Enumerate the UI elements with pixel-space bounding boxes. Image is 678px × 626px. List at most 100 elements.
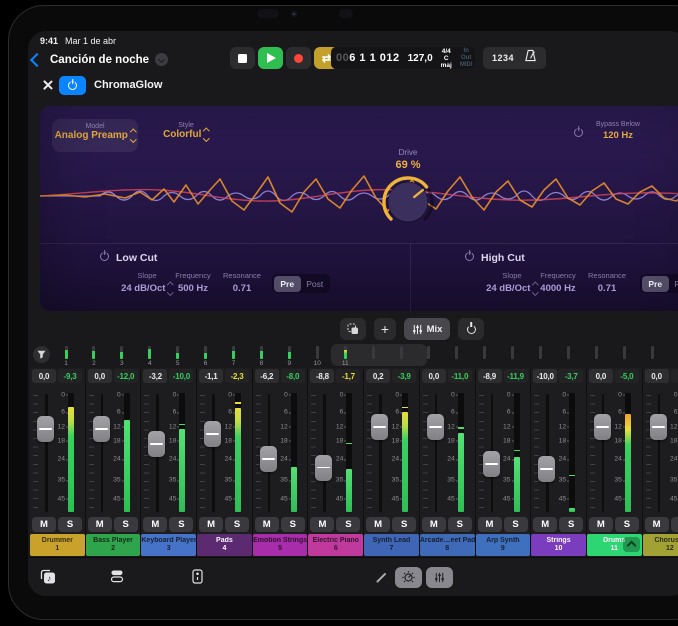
lcd-display[interactable]: 00 6 1 1 012 127,0 4/4 C maj In Out MIDI (331, 47, 475, 69)
bypass-power-icon[interactable] (574, 128, 583, 137)
track-plate[interactable]: Bass Player 2 (86, 534, 141, 556)
fader-handle[interactable] (37, 416, 54, 442)
close-icon[interactable] (42, 79, 54, 91)
mute-button[interactable]: M (422, 517, 446, 532)
peak-readout[interactable]: -12,0 (114, 369, 138, 383)
high-cut-power-icon[interactable] (465, 252, 474, 261)
back-chevron-icon[interactable] (30, 53, 44, 67)
volume-readout[interactable]: 0,2 (366, 369, 390, 383)
mute-button[interactable]: M (310, 517, 334, 532)
model-selector[interactable]: Model Analog Preamp (52, 119, 138, 152)
track-plate[interactable]: Strings 10 (531, 534, 586, 556)
peak-readout[interactable]: -1,7 (336, 369, 360, 383)
volume-readout[interactable]: -6,2 (255, 369, 279, 383)
paste-settings-button[interactable] (340, 318, 366, 340)
low-cut-power-icon[interactable] (100, 252, 109, 261)
peak-readout[interactable]: -3,9 (392, 369, 416, 383)
mute-button[interactable]: M (589, 517, 613, 532)
peak-readout[interactable]: -2,3 (225, 369, 249, 383)
mute-button[interactable]: M (645, 517, 669, 532)
solo-button[interactable]: S (504, 517, 528, 532)
track-plate[interactable]: Keyboard Player 3 (141, 534, 196, 556)
fader-handle[interactable] (315, 455, 332, 481)
metronome-icon[interactable] (524, 49, 537, 67)
track-plate[interactable]: Emotion Strings 5 (253, 534, 308, 556)
peak-readout[interactable] (671, 369, 678, 383)
fader-handle[interactable] (427, 414, 444, 440)
mute-button[interactable]: M (143, 517, 167, 532)
stop-button[interactable] (230, 47, 255, 69)
controls-view-button[interactable] (395, 567, 422, 588)
solo-button[interactable]: S (615, 517, 639, 532)
fader-handle[interactable] (148, 431, 165, 457)
count-in-button[interactable]: 1234 (492, 53, 514, 63)
peak-readout[interactable]: -5,0 (615, 369, 639, 383)
low-cut-pre-post[interactable]: Pre Post (272, 274, 330, 293)
mixer-power-button[interactable] (458, 318, 484, 340)
volume-readout[interactable]: -8,8 (310, 369, 334, 383)
track-plate[interactable]: Drums 11 (587, 534, 642, 556)
pre-option[interactable]: Pre (642, 276, 670, 292)
fader-handle[interactable] (371, 414, 388, 440)
collapse-chevron-icon[interactable] (623, 537, 640, 552)
mute-button[interactable]: M (32, 517, 56, 532)
track-plate[interactable]: Chorus V 12 (643, 534, 678, 556)
peak-readout[interactable]: -11,0 (448, 369, 472, 383)
play-button[interactable] (258, 47, 283, 69)
peak-readout[interactable]: -9,3 (58, 369, 82, 383)
track-plate[interactable]: Electric Piano 6 (308, 534, 363, 556)
plugin-power-button[interactable] (59, 76, 86, 95)
record-button[interactable] (286, 47, 311, 69)
volume-readout[interactable]: 0,0 (32, 369, 56, 383)
song-title[interactable]: Canción de noche (50, 53, 168, 66)
peak-readout[interactable]: -8,0 (281, 369, 305, 383)
mute-button[interactable]: M (533, 517, 557, 532)
solo-button[interactable]: S (559, 517, 583, 532)
high-cut-resonance[interactable]: Resonance 0.71 (577, 271, 637, 294)
mute-button[interactable]: M (255, 517, 279, 532)
solo-button[interactable]: S (169, 517, 193, 532)
solo-button[interactable]: S (448, 517, 472, 532)
solo-button[interactable]: S (114, 517, 138, 532)
volume-readout[interactable]: -8,9 (478, 369, 502, 383)
solo-button[interactable]: S (58, 517, 82, 532)
track-plate[interactable]: Arcade…eet Pad 8 (420, 534, 475, 556)
title-dropdown-icon[interactable] (155, 53, 168, 66)
track-plate[interactable]: Drummer 1 (30, 534, 85, 556)
fader-handle[interactable] (93, 416, 110, 442)
fader-handle[interactable] (538, 456, 555, 482)
peak-readout[interactable]: -3,7 (559, 369, 583, 383)
pencil-icon[interactable] (375, 571, 388, 589)
mute-button[interactable]: M (366, 517, 390, 532)
solo-button[interactable]: S (225, 517, 249, 532)
fader-handle[interactable] (483, 451, 500, 477)
loops-browser-icon[interactable]: ♪ (40, 569, 56, 589)
high-cut-pre-post[interactable]: Pre Post (640, 274, 678, 293)
style-selector[interactable]: Style Colorful (148, 122, 224, 140)
level-control[interactable]: Level 0.0 (662, 121, 678, 141)
track-plate[interactable]: Synth Lead 7 (364, 534, 419, 556)
mute-button[interactable]: M (199, 517, 223, 532)
solo-button[interactable]: S (671, 517, 678, 532)
fader-handle[interactable] (204, 421, 221, 447)
filter-button[interactable] (33, 346, 50, 363)
mute-button[interactable]: M (478, 517, 502, 532)
peak-readout[interactable]: -10,0 (169, 369, 193, 383)
browser-icon[interactable] (110, 569, 124, 588)
solo-button[interactable]: S (281, 517, 305, 532)
volume-readout[interactable]: 0,0 (645, 369, 669, 383)
volume-readout[interactable]: -10,0 (533, 369, 557, 383)
volume-readout[interactable]: 0,0 (88, 369, 112, 383)
post-option[interactable]: Post (301, 276, 329, 292)
volume-readout[interactable]: 0,0 (422, 369, 446, 383)
pre-option[interactable]: Pre (274, 276, 302, 292)
fader-handle[interactable] (260, 446, 277, 472)
track-plate[interactable]: Arp Synth 9 (476, 534, 531, 556)
track-plate[interactable]: Pads 4 (197, 534, 252, 556)
mute-button[interactable]: M (88, 517, 112, 532)
fader-handle[interactable] (650, 414, 667, 440)
peak-readout[interactable]: -11,9 (504, 369, 528, 383)
post-option[interactable]: Post (669, 276, 678, 292)
solo-button[interactable]: S (336, 517, 360, 532)
drive-knob[interactable] (380, 174, 436, 230)
